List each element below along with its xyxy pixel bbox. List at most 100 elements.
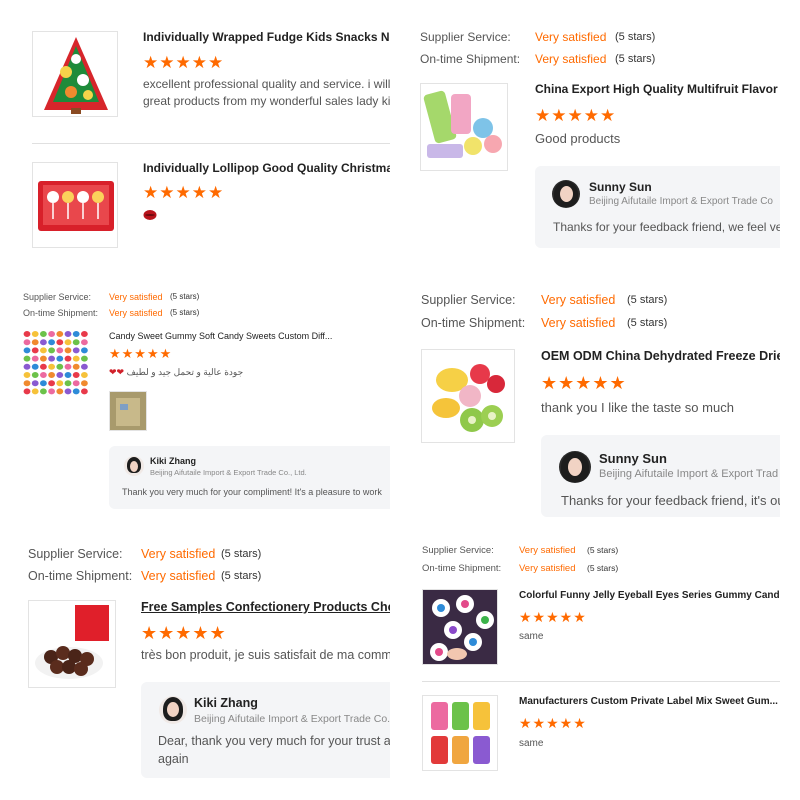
gummy-candy xyxy=(81,388,88,395)
product-title[interactable]: Manufacturers Custom Private Label Mix S… xyxy=(519,696,778,707)
gummy-candy xyxy=(72,363,80,370)
supplier-reply: Sunny Sun Beijing Aifutaile Import & Exp… xyxy=(541,435,780,517)
product-thumbnail-fudge-tree[interactable] xyxy=(32,31,118,117)
gummy-candy xyxy=(23,339,31,346)
review-comment: ❤❤ جودة عالية و تحمل جيد و لطيف xyxy=(109,367,244,377)
review-comment: très bon produit, je suis satisfait de m… xyxy=(141,648,390,662)
gummy-candy xyxy=(64,355,72,362)
avatar xyxy=(559,451,591,483)
gummy-candy xyxy=(40,372,47,378)
shipment-count: (5 stars) xyxy=(587,563,619,573)
review-photo-thumbnail[interactable] xyxy=(109,391,147,431)
gummy-candy xyxy=(81,363,88,370)
product-title[interactable]: Individually Wrapped Fudge Kids Snacks N… xyxy=(143,30,390,44)
gummy-candy xyxy=(64,331,72,337)
review-comment: great products from my wonderful sales l… xyxy=(143,94,390,108)
review-comment: same xyxy=(519,738,544,749)
product-title-link[interactable]: Free Samples Confectionery Products Choc… xyxy=(141,600,390,614)
gummy-candy xyxy=(81,380,88,387)
gummy-candy xyxy=(23,347,31,354)
rating-stars: ★★★★★ xyxy=(141,623,227,643)
gummy-candy xyxy=(48,331,55,337)
shipment-label: On-time Shipment: xyxy=(28,569,133,583)
product-thumbnail-freeze-dried-fruit[interactable] xyxy=(421,349,515,443)
supplier-reply: Kiki Zhang Beijing Aifutaile Import & Ex… xyxy=(109,446,390,509)
gummy-candy xyxy=(56,388,64,395)
supplier-service-label: Supplier Service: xyxy=(422,545,494,556)
gummy-candy xyxy=(31,363,39,370)
avatar xyxy=(552,180,580,208)
rating-stars: ★★★★★ xyxy=(541,373,627,393)
supplier-reply: Kiki Zhang Beijing Aifutaile Import & Ex… xyxy=(141,682,390,778)
gummy-candy xyxy=(56,355,64,362)
product-thumbnail-multifruit[interactable] xyxy=(420,83,508,171)
shipment-value: Very satisfied xyxy=(519,563,576,574)
gummy-candy xyxy=(56,339,64,346)
gummy-candy xyxy=(72,388,80,395)
gummy-candy xyxy=(40,339,47,346)
heart-icon: ❤ xyxy=(116,367,125,377)
gummy-candy xyxy=(31,380,39,387)
reply-author: Kiki Zhang xyxy=(150,456,197,466)
gummy-candy xyxy=(56,347,64,354)
heart-icon: ❤ xyxy=(109,367,117,377)
chocolate-balls-image xyxy=(35,605,109,679)
gummy-candy xyxy=(81,355,88,362)
mix-gummy-jars-image xyxy=(431,702,490,764)
review-comment: Good products xyxy=(535,131,621,146)
reply-author: Sunny Sun xyxy=(589,180,652,194)
gummy-candy xyxy=(31,331,39,337)
divider xyxy=(32,143,390,144)
product-thumbnail-eyeball-gummy[interactable] xyxy=(422,589,498,665)
supplier-service-label: Supplier Service: xyxy=(23,292,92,302)
gummy-candy xyxy=(48,355,55,362)
product-thumbnail-chocolate[interactable] xyxy=(28,600,116,688)
gummy-candy xyxy=(31,372,39,378)
gummy-candy xyxy=(31,388,39,395)
gummy-candy xyxy=(48,363,55,370)
gummy-candy xyxy=(72,380,80,387)
gummy-candy xyxy=(23,331,31,337)
multifruit-candy-jars-image xyxy=(423,90,502,158)
review-panel-3: Supplier Service: Very satisfied (5 star… xyxy=(0,282,390,510)
shipment-label: On-time Shipment: xyxy=(23,308,99,318)
supplier-service-count: (5 stars) xyxy=(615,31,656,43)
supplier-reply: Sunny Sun Beijing Aifutaile Import & Exp… xyxy=(535,166,780,248)
supplier-service-value: Very satisfied xyxy=(541,293,616,307)
gummy-candy xyxy=(72,347,80,354)
gummy-candy xyxy=(31,347,39,354)
supplier-service-count: (5 stars) xyxy=(170,292,200,301)
gummy-candy xyxy=(48,339,55,346)
reply-author: Sunny Sun xyxy=(599,451,667,466)
product-thumbnail-gummy-grid[interactable] xyxy=(23,330,89,396)
gummy-candy xyxy=(31,339,39,346)
gummy-candy xyxy=(40,363,47,370)
eyeball-gummy-image xyxy=(423,590,497,664)
shipment-count: (5 stars) xyxy=(170,308,200,317)
freeze-dried-fruit-image xyxy=(432,364,505,432)
gummy-candy xyxy=(48,380,55,387)
reply-text: Dear, thank you very much for your trust… xyxy=(158,734,390,748)
product-title[interactable]: Candy Sweet Gummy Soft Candy Sweets Cust… xyxy=(109,331,332,341)
rating-stars: ★★★★★ xyxy=(535,106,617,125)
gummy-candy xyxy=(81,347,88,354)
gummy-candy xyxy=(23,355,31,362)
gummy-candy xyxy=(81,372,88,378)
gummy-candy xyxy=(72,372,80,378)
lips-emoji-icon xyxy=(143,208,157,220)
reply-text: Thanks for your feedback friend, we feel… xyxy=(553,220,780,234)
product-title[interactable]: Colorful Funny Jelly Eyeball Eyes Series… xyxy=(519,590,780,601)
product-title[interactable]: China Export High Quality Multifruit Fla… xyxy=(535,82,780,96)
product-thumbnail-mix-sweet-gummy[interactable] xyxy=(422,695,498,771)
supplier-service-value: Very satisfied xyxy=(519,545,576,556)
shipment-count: (5 stars) xyxy=(627,317,668,329)
product-thumbnail-lollipop-box[interactable] xyxy=(32,162,118,248)
shipment-count: (5 stars) xyxy=(615,53,656,65)
shipment-value: Very satisfied xyxy=(541,316,616,330)
product-title[interactable]: OEM ODM China Dehydrated Freeze Driec xyxy=(541,349,780,363)
gummy-candy xyxy=(48,372,55,378)
gummy-candy xyxy=(64,372,72,378)
gummy-candy xyxy=(23,372,31,378)
reply-author: Kiki Zhang xyxy=(194,696,258,710)
product-title[interactable]: Individually Lollipop Good Quality Chris… xyxy=(143,161,390,175)
